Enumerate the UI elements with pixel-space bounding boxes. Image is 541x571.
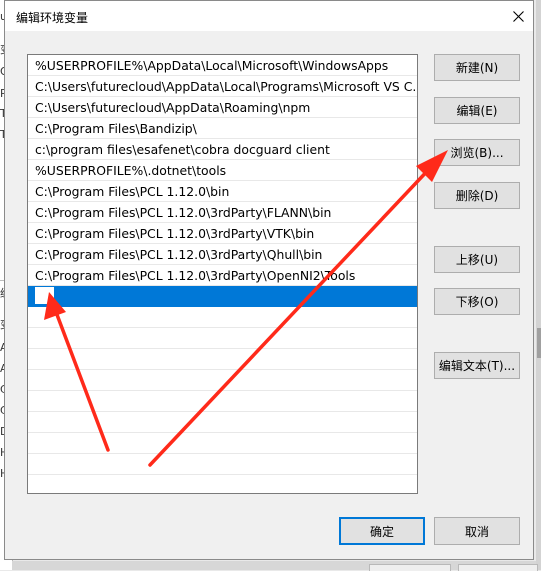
list-item-empty [28, 454, 417, 475]
list-item-empty [28, 412, 417, 433]
list-item-empty [28, 349, 417, 370]
title-bar: 编辑环境变量 [5, 1, 533, 31]
list-item[interactable]: C:\Program Files\Bandizip\ [28, 118, 417, 139]
cancel-button[interactable]: 取消 [434, 517, 520, 545]
background-scrollbar [536, 0, 541, 570]
list-item-new-selected[interactable] [28, 286, 417, 307]
list-item-empty [28, 370, 417, 391]
list-item-empty [28, 433, 417, 454]
edit-text-button[interactable]: 编辑文本(T)... [434, 352, 520, 379]
scroll-thumb [537, 328, 541, 358]
dialog-title: 编辑环境变量 [16, 11, 89, 25]
list-item[interactable]: %USERPROFILE%\.dotnet\tools [28, 160, 417, 181]
move-down-button[interactable]: 下移(O) [434, 288, 520, 315]
edit-env-variable-dialog: 编辑环境变量 %USERPROFILE%\AppData\Local\Micro… [4, 0, 534, 560]
close-icon [512, 10, 524, 22]
list-item[interactable]: C:\Program Files\PCL 1.12.0\bin [28, 181, 417, 202]
close-button[interactable] [503, 1, 533, 31]
list-item[interactable]: C:\Users\futurecloud\AppData\Local\Progr… [28, 76, 417, 97]
new-button[interactable]: 新建(N) [434, 54, 520, 81]
move-up-button[interactable]: 上移(U) [434, 246, 520, 273]
ok-button[interactable]: 确定 [339, 517, 425, 545]
list-item-empty [28, 391, 417, 412]
list-item-empty [28, 475, 417, 493]
new-item-edit-field[interactable] [34, 286, 55, 305]
list-item-empty [28, 328, 417, 349]
list-item[interactable]: C:\Program Files\PCL 1.12.0\3rdParty\VTK… [28, 223, 417, 244]
list-item[interactable]: C:\Users\futurecloud\AppData\Roaming\npm [28, 97, 417, 118]
list-item[interactable]: C:\Program Files\PCL 1.12.0\3rdParty\Qhu… [28, 244, 417, 265]
background-bottom [12, 561, 538, 571]
edit-button[interactable]: 编辑(E) [434, 97, 520, 124]
delete-button[interactable]: 删除(D) [434, 182, 520, 209]
path-list[interactable]: %USERPROFILE%\AppData\Local\Microsoft\Wi… [27, 54, 418, 494]
list-item-empty [28, 307, 417, 328]
list-item[interactable]: C:\Program Files\PCL 1.12.0\3rdParty\FLA… [28, 202, 417, 223]
list-item[interactable]: %USERPROFILE%\AppData\Local\Microsoft\Wi… [28, 55, 417, 76]
list-item[interactable]: C:\Program Files\PCL 1.12.0\3rdParty\Ope… [28, 265, 417, 286]
list-item[interactable]: c:\program files\esafenet\cobra docguard… [28, 139, 417, 160]
browse-button[interactable]: 浏览(B)... [434, 139, 520, 166]
